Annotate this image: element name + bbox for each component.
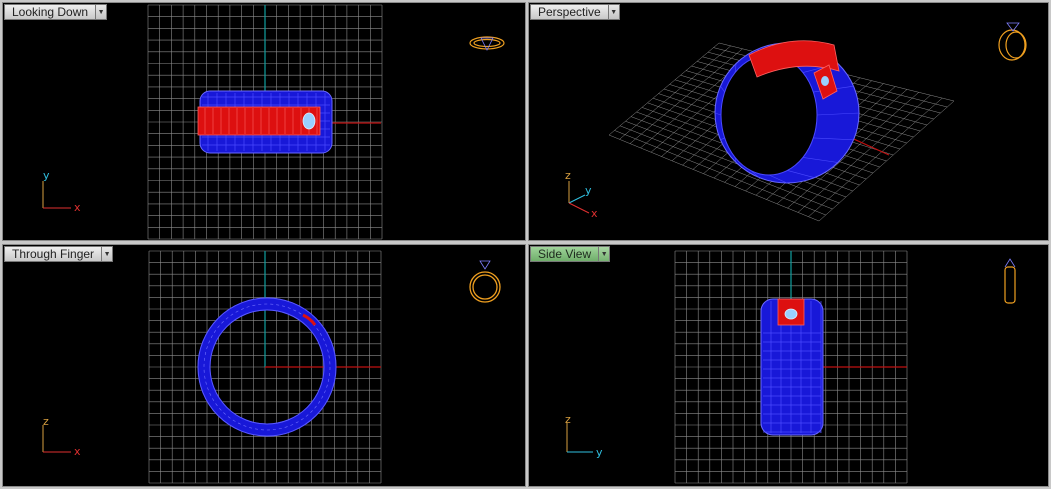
axis-triad-icon: z y x — [565, 169, 598, 220]
chevron-down-icon[interactable]: ▼ — [101, 246, 114, 262]
axis-label-z: z — [565, 169, 571, 182]
ring-preview-icon — [998, 22, 1027, 61]
axis-triad-icon: y x — [42, 169, 81, 214]
viewport-through-finger[interactable]: Through Finger ▼ z x — [2, 244, 526, 487]
chevron-down-icon[interactable]: ▼ — [598, 246, 611, 262]
axis-label-x: x — [591, 207, 598, 220]
viewport-tab-perspective[interactable]: Perspective ▼ — [530, 4, 620, 20]
viewport-side-view[interactable]: Side View ▼ z y — [528, 244, 1049, 487]
ring-preview-icon — [469, 260, 501, 303]
axis-label-x: x — [74, 445, 81, 458]
viewport-tab-side-view[interactable]: Side View ▼ — [530, 246, 611, 262]
viewport-canvas[interactable]: z x — [3, 245, 526, 487]
viewport-title[interactable]: Through Finger — [4, 246, 102, 262]
ring-model[interactable] — [760, 298, 824, 436]
chevron-down-icon[interactable]: ▼ — [95, 4, 108, 20]
axis-triad-icon: z y — [565, 413, 603, 459]
axis-label-y: y — [43, 169, 50, 182]
viewport-title[interactable]: Perspective — [530, 4, 608, 20]
viewport-title[interactable]: Looking Down — [4, 4, 96, 20]
axis-label-y: y — [596, 446, 603, 459]
viewport-looking-down[interactable]: Looking Down ▼ y x — [2, 2, 526, 241]
viewport-title[interactable]: Side View — [530, 246, 599, 262]
axis-triad-icon: z x — [42, 415, 81, 458]
viewport-canvas[interactable]: y x — [3, 3, 526, 241]
axis-label-z: z — [43, 415, 49, 428]
ring-preview-icon — [469, 36, 505, 51]
axis-label-y: y — [585, 184, 592, 197]
chevron-down-icon[interactable]: ▼ — [607, 4, 620, 20]
axis-label-z: z — [565, 413, 571, 426]
ring-model[interactable] — [714, 40, 860, 184]
viewport-canvas[interactable]: z y x — [529, 3, 1049, 241]
viewport-tab-looking-down[interactable]: Looking Down ▼ — [4, 4, 108, 20]
viewport-perspective[interactable]: Perspective ▼ z y x — [528, 2, 1049, 241]
ring-preview-icon — [1004, 258, 1016, 304]
viewport-tab-through-finger[interactable]: Through Finger ▼ — [4, 246, 114, 262]
viewport-canvas[interactable]: z y — [529, 245, 1049, 487]
ring-model[interactable] — [197, 90, 333, 154]
axis-label-x: x — [74, 201, 81, 214]
